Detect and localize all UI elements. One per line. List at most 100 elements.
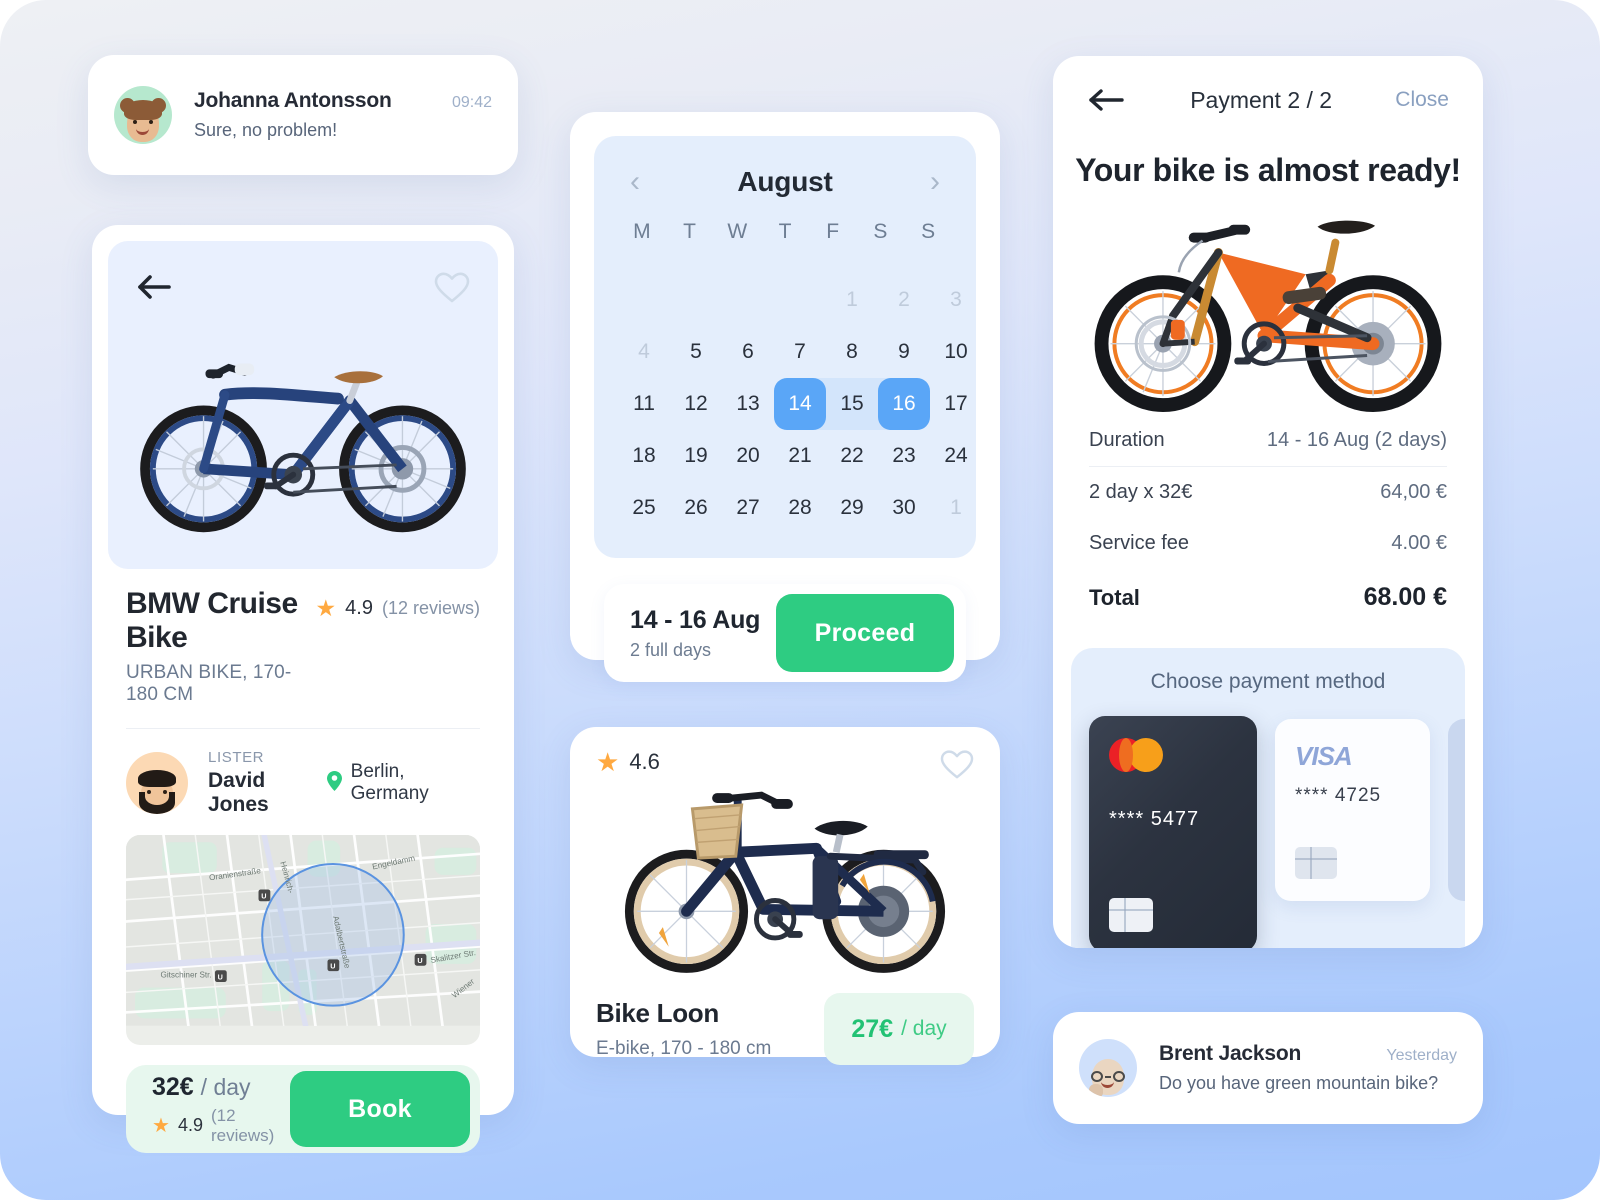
calendar-day-cell[interactable]: 16 xyxy=(878,378,930,430)
back-arrow-icon[interactable] xyxy=(136,272,174,302)
total-label: Total xyxy=(1089,584,1140,610)
calendar-day-cell[interactable]: 1 xyxy=(930,482,982,534)
summary-row-total: Total 68.00 € xyxy=(1089,569,1447,626)
calendar-footer: 14 - 16 Aug 2 full days Proceed xyxy=(604,584,966,682)
proceed-button[interactable]: Proceed xyxy=(776,594,954,672)
calendar-day-cell[interactable]: 4 xyxy=(618,326,670,378)
lister-row[interactable]: LISTER David Jones Berlin, Germany xyxy=(126,729,480,835)
map-pin-icon xyxy=(326,770,343,797)
calendar-day-cell[interactable]: 26 xyxy=(670,482,722,534)
map-street-label: Gitschiner Str. xyxy=(160,971,211,980)
rating-value: 4.6 xyxy=(629,749,660,774)
heart-icon[interactable] xyxy=(434,271,470,304)
calendar-day[interactable]: 22 xyxy=(826,430,878,482)
calendar-day-cell[interactable]: 21 xyxy=(774,430,826,482)
calendar-day-cell[interactable]: 24 xyxy=(930,430,982,482)
calendar-day[interactable]: 1 xyxy=(930,482,982,534)
calendar-day-cell[interactable]: 22 xyxy=(826,430,878,482)
calendar-day-cell[interactable]: 6 xyxy=(722,326,774,378)
calendar-day-cell[interactable]: 14 xyxy=(774,378,826,430)
calendar-day-cell[interactable]: 8 xyxy=(826,326,878,378)
calendar-day-cell[interactable]: 30 xyxy=(878,482,930,534)
calendar-day-cell[interactable]: 27 xyxy=(722,482,774,534)
calendar-day-cell xyxy=(670,274,722,326)
message-card-johanna[interactable]: Johanna Antonsson 09:42 Sure, no problem… xyxy=(88,55,518,175)
map-street-label: Oranienstraße xyxy=(209,866,262,882)
calendar-day[interactable]: 15 xyxy=(826,378,878,430)
book-button[interactable]: Book xyxy=(290,1071,470,1147)
calendar-day[interactable]: 19 xyxy=(670,430,722,482)
lister-label: LISTER xyxy=(208,749,265,766)
bike-listing-card[interactable]: ★ 4.6 Bike Loon E-bike, 170 - 180 cm 27€… xyxy=(570,727,1000,1065)
calendar-day-cell[interactable]: 12 xyxy=(670,378,722,430)
calendar-day[interactable]: 26 xyxy=(670,482,722,534)
calendar-day[interactable]: 7 xyxy=(774,326,826,378)
calendar-day[interactable]: 21 xyxy=(774,430,826,482)
calendar-day-grid[interactable]: 1 2 3 4 5 6 7 8 9 10 11 12 13 14 15 16 17 18 19 20 21 22 23 24 2… xyxy=(618,274,967,534)
calendar-day[interactable]: 18 xyxy=(618,430,670,482)
calendar-day[interactable]: 17 xyxy=(930,378,982,430)
back-arrow-icon[interactable] xyxy=(1087,86,1127,114)
calendar-day-cell[interactable]: 19 xyxy=(670,430,722,482)
payment-card-mastercard[interactable]: **** 5477 xyxy=(1089,716,1257,948)
calendar-day[interactable]: 12 xyxy=(670,378,722,430)
calendar-day[interactable]: 9 xyxy=(878,326,930,378)
calendar-day-cell[interactable]: 23 xyxy=(878,430,930,482)
calendar-day[interactable]: 28 xyxy=(774,482,826,534)
calendar-day[interactable]: 16 xyxy=(878,378,930,430)
calendar-day[interactable]: 30 xyxy=(878,482,930,534)
calendar-day-cell xyxy=(722,274,774,326)
calendar-day-cell[interactable]: 15 xyxy=(826,378,878,430)
calendar-day[interactable]: 25 xyxy=(618,482,670,534)
svg-text:U: U xyxy=(330,961,335,970)
calendar-day-cell[interactable]: 29 xyxy=(826,482,878,534)
heart-icon[interactable] xyxy=(940,749,974,780)
calendar-day[interactable]: 2 xyxy=(878,274,930,326)
calendar-day-cell[interactable]: 25 xyxy=(618,482,670,534)
calendar-day-cell[interactable]: 10 xyxy=(930,326,982,378)
chevron-left-icon[interactable]: ‹ xyxy=(626,167,644,197)
calendar-day[interactable]: 14 xyxy=(774,378,826,430)
calendar-day[interactable]: 13 xyxy=(722,378,774,430)
map-street-label: Skalitzer Str. xyxy=(430,948,477,965)
calendar-day[interactable]: 23 xyxy=(878,430,930,482)
calendar-day[interactable]: 27 xyxy=(722,482,774,534)
calendar-day[interactable]: 29 xyxy=(826,482,878,534)
calendar-day-cell[interactable]: 11 xyxy=(618,378,670,430)
calendar-day-cell[interactable]: 2 xyxy=(878,274,930,326)
calendar-day[interactable]: 11 xyxy=(618,378,670,430)
calendar-day[interactable]: 10 xyxy=(930,326,982,378)
calendar-day[interactable]: 3 xyxy=(930,274,982,326)
calendar-day-cell[interactable]: 20 xyxy=(722,430,774,482)
payment-card-next[interactable] xyxy=(1448,719,1465,901)
location-map[interactable]: Oranienstraße Heinrich- Engeldamm Adalbe… xyxy=(126,835,480,1045)
visa-icon: VISA xyxy=(1295,741,1353,771)
calendar-day[interactable]: 5 xyxy=(670,326,722,378)
calendar-day-cell[interactable]: 13 xyxy=(722,378,774,430)
bike-hero-image xyxy=(108,241,498,569)
calendar-day[interactable]: 8 xyxy=(826,326,878,378)
payment-card-visa[interactable]: VISA **** 4725 xyxy=(1275,719,1430,901)
calendar-day-cell[interactable]: 3 xyxy=(930,274,982,326)
calendar-day[interactable]: 6 xyxy=(722,326,774,378)
calendar-day[interactable]: 1 xyxy=(826,274,878,326)
message-card-brent[interactable]: Brent Jackson Yesterday Do you have gree… xyxy=(1053,1012,1483,1124)
calendar-day-cell[interactable]: 9 xyxy=(878,326,930,378)
calendar-day-cell[interactable]: 1 xyxy=(826,274,878,326)
chevron-right-icon[interactable]: › xyxy=(926,167,944,197)
price-amount: 27€ xyxy=(851,1014,894,1043)
selected-range-label: 14 - 16 Aug xyxy=(630,605,761,634)
calendar-day-cell[interactable]: 7 xyxy=(774,326,826,378)
calendar-day-cell[interactable]: 18 xyxy=(618,430,670,482)
calendar-day-cell[interactable]: 5 xyxy=(670,326,722,378)
calendar-day-cell[interactable]: 17 xyxy=(930,378,982,430)
calendar-day[interactable]: 20 xyxy=(722,430,774,482)
close-button[interactable]: Close xyxy=(1395,88,1449,112)
star-icon: ★ xyxy=(152,1114,170,1137)
listing-title: Bike Loon xyxy=(596,998,719,1028)
calendar-day-cell[interactable]: 28 xyxy=(774,482,826,534)
bearded-man-avatar xyxy=(135,768,179,814)
calendar-day[interactable]: 4 xyxy=(618,326,670,378)
calendar-day[interactable]: 24 xyxy=(930,430,982,482)
summary-key: 2 day x 32€ xyxy=(1089,481,1193,503)
